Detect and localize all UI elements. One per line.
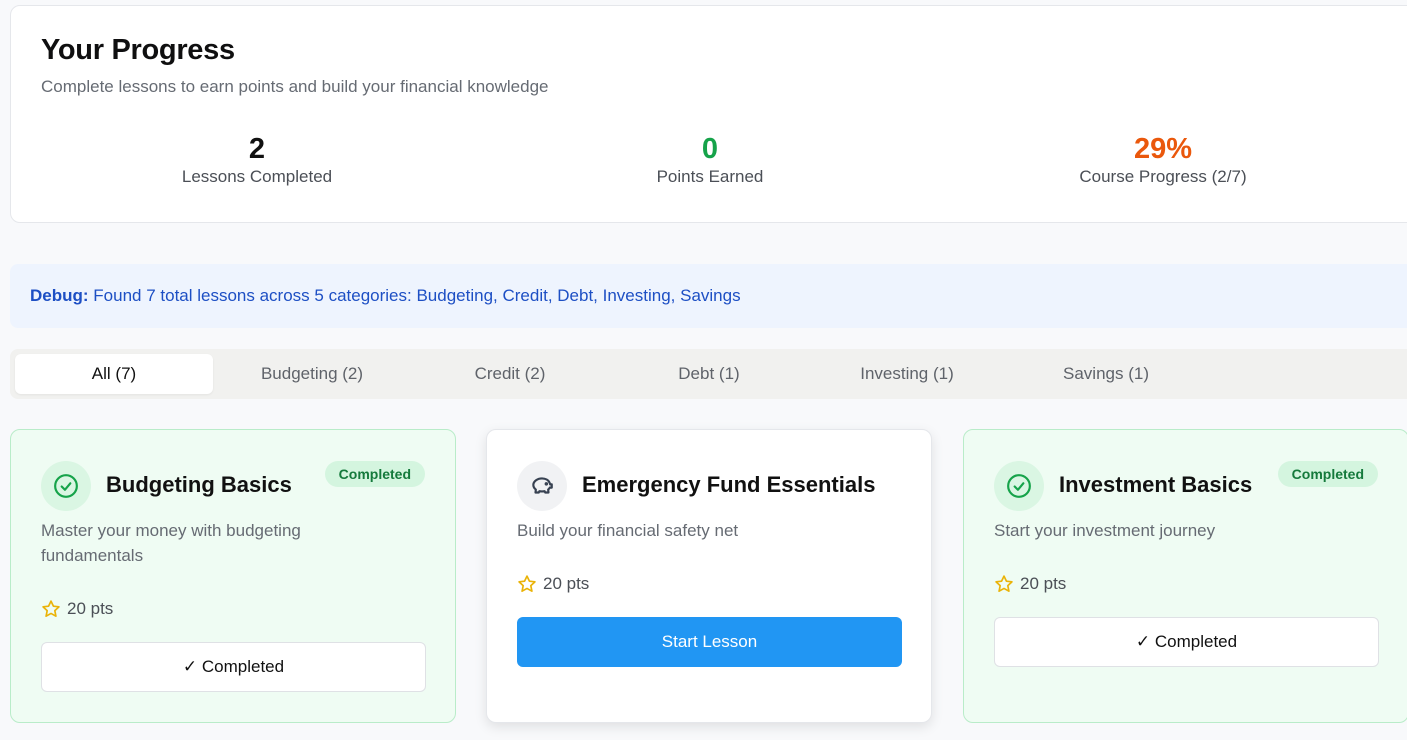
stat-value: 29% [1133,133,1193,165]
debug-text: Found 7 total lessons across 5 categorie… [93,286,741,305]
lesson-points: 20 pts [517,574,589,594]
star-icon [518,575,536,592]
check-circle-icon [41,461,91,511]
tab-savings[interactable]: Savings (1) [1007,354,1205,394]
star-icon [995,575,1013,592]
points-value: 20 pts [543,574,590,593]
stat-label: Course Progress (2/7) [1079,167,1247,186]
stat-value: 2 [248,133,266,165]
completed-badge: Completed [324,461,425,487]
lesson-card-investment-basics: Investment Basics Completed Start your i… [963,429,1407,723]
completed-badge: Completed [1277,461,1378,487]
debug-banner: Debug: Found 7 total lessons across 5 ca… [10,264,1407,328]
stat-points-earned: 0 Points Earned [560,131,860,187]
stat-label: Points Earned [656,167,764,186]
progress-card: Your Progress Complete lessons to earn p… [10,5,1407,223]
lesson-description: Build your financial safety net [517,521,739,540]
star-icon [42,600,60,617]
points-value: 20 pts [1020,574,1067,593]
lesson-title: Budgeting Basics [106,472,292,497]
debug-label: Debug: [30,286,89,305]
progress-subtitle: Complete lessons to earn points and buil… [41,77,549,96]
completed-button[interactable]: ✓ Completed [41,642,426,692]
points-value: 20 pts [67,599,114,618]
lesson-card-emergency-fund: Emergency Fund Essentials Build your fin… [486,429,932,723]
lesson-card-budgeting-basics: Budgeting Basics Completed Master your m… [10,429,456,723]
tab-all[interactable]: All (7) [15,354,213,394]
tab-credit[interactable]: Credit (2) [411,354,609,394]
start-lesson-button[interactable]: Start Lesson [517,617,902,667]
lesson-points: 20 pts [41,599,113,619]
lesson-title: Emergency Fund Essentials [582,472,876,497]
piggy-bank-icon [517,461,567,511]
tab-budgeting[interactable]: Budgeting (2) [213,354,411,394]
stat-lessons-completed: 2 Lessons Completed [107,131,407,187]
lesson-description: Start your investment journey [994,521,1216,540]
progress-title: Your Progress [41,34,235,66]
stat-label: Lessons Completed [181,167,333,186]
lesson-description: Master your money with budgeting fundame… [41,521,301,565]
lesson-points: 20 pts [994,574,1066,594]
lesson-title: Investment Basics [1059,472,1253,497]
category-tabs: All (7) Budgeting (2) Credit (2) Debt (1… [10,349,1407,399]
stat-course-progress: 29% Course Progress (2/7) [1013,131,1313,187]
check-circle-icon [994,461,1044,511]
completed-button[interactable]: ✓ Completed [994,617,1379,667]
tab-investing[interactable]: Investing (1) [808,354,1006,394]
tab-debt[interactable]: Debt (1) [610,354,808,394]
stat-value: 0 [701,133,719,165]
